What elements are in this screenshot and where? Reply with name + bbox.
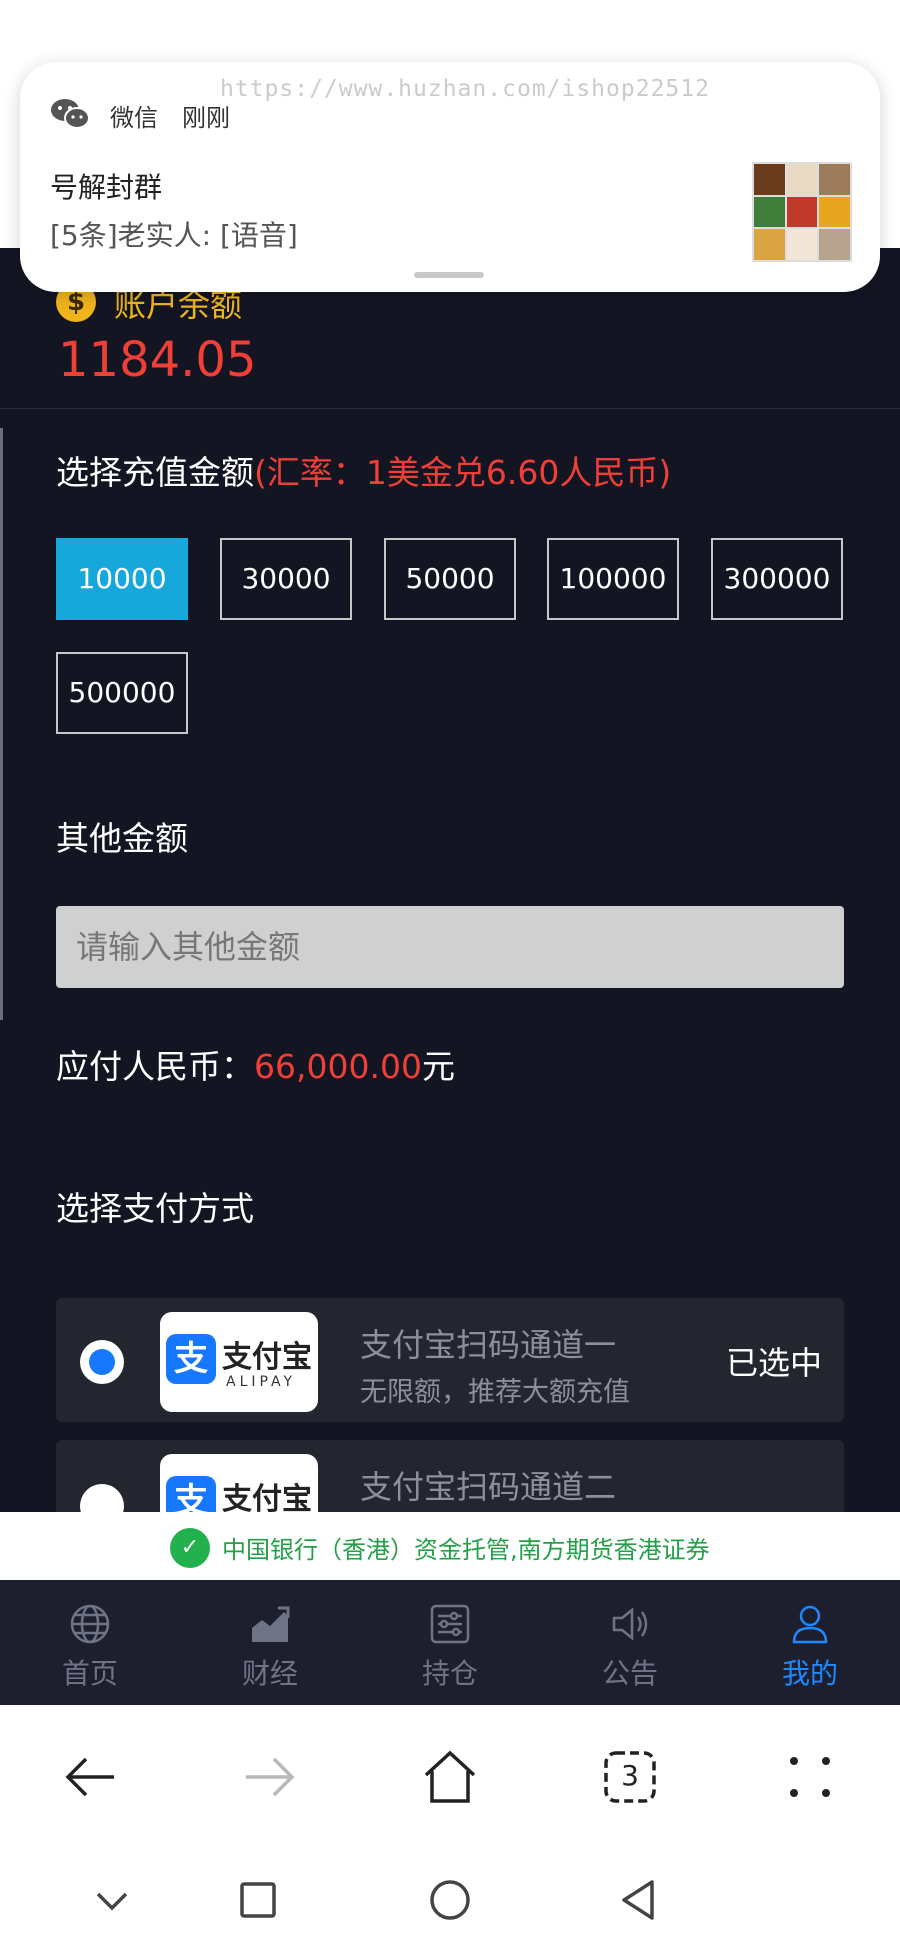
other-amount-label: 其他金额	[56, 819, 188, 858]
payment-channel-1[interactable]: 支 支付宝 ALIPAY 支付宝扫码通道一 无限额，推荐大额充值 已选中	[56, 1298, 844, 1422]
tab-mine[interactable]: 我的	[720, 1580, 900, 1705]
tab-count: 3	[621, 1759, 639, 1792]
notification-time: 刚刚	[182, 104, 230, 132]
trust-banner: ✓ 中国银行（香港）资金托管,南方期货香港证券	[0, 1512, 900, 1580]
amount-option-50000[interactable]: 50000	[384, 538, 516, 620]
amount-option-10000[interactable]: 10000	[56, 538, 188, 620]
scroll-indicator	[0, 428, 3, 1020]
exchange-rate: (汇率：1美金兑6.60人民币)	[254, 453, 672, 492]
channel-subtitle: 无限额，推荐大额充值	[360, 1377, 630, 1408]
collapse-chevron-icon[interactable]	[88, 1876, 136, 1924]
forward-arrow-icon[interactable]	[240, 1747, 300, 1807]
channel-title: 支付宝扫码通道一	[360, 1326, 617, 1364]
trust-banner-text: 中国银行（香港）资金托管,南方期货香港证券	[222, 1536, 710, 1564]
divider	[0, 408, 900, 409]
tab-finance[interactable]: 财经	[180, 1580, 360, 1705]
tab-holdings-label: 持仓	[421, 1657, 478, 1690]
finance-chart-icon	[252, 1606, 290, 1642]
alipay-logo-en: ALIPAY	[226, 1374, 297, 1390]
payable-unit: 元	[421, 1047, 455, 1086]
watermark-text: https://www.huzhan.com/ishop22512	[220, 76, 710, 102]
back-arrow-icon[interactable]	[60, 1747, 120, 1807]
payment-channel-2[interactable]: 支 支付宝 支付宝扫码通道二	[56, 1440, 844, 1512]
alipay-logo: 支 支付宝 ALIPAY	[160, 1312, 318, 1412]
user-icon	[792, 1605, 828, 1644]
speaker-icon	[612, 1607, 648, 1641]
channel-selected-state: 已选中	[725, 1344, 822, 1382]
payable-label: 应付人民币：	[56, 1047, 254, 1086]
radio-selected[interactable]	[80, 1340, 124, 1384]
globe-icon	[70, 1604, 110, 1644]
alipay-logo: 支 支付宝	[160, 1454, 318, 1512]
tab-mine-label: 我的	[781, 1657, 838, 1690]
alipay-logo-cn: 支付宝	[222, 1482, 312, 1512]
recharge-amount-heading: 选择充值金额(汇率：1美金兑6.60人民币)	[56, 446, 671, 494]
other-amount-input[interactable]	[56, 906, 844, 988]
browser-toolbar: 3	[0, 1705, 900, 1850]
amount-option-100000[interactable]: 100000	[547, 538, 679, 620]
amount-option-30000[interactable]: 30000	[220, 538, 352, 620]
bottom-tab-bar: 首页 财经 持仓 公告 我的	[0, 1580, 900, 1705]
tab-home-label: 首页	[61, 1657, 118, 1690]
home-icon[interactable]	[420, 1747, 480, 1807]
group-avatar	[752, 162, 852, 262]
tab-notice-label: 公告	[601, 1657, 658, 1690]
payable-amount: 应付人民币：66,000.00元	[56, 1040, 455, 1088]
alipay-mark-icon: 支	[166, 1334, 216, 1384]
tabs-switcher-button[interactable]: 3	[600, 1747, 660, 1807]
wechat-icon	[51, 99, 90, 129]
notification-body: [5条]老实人: [语音]	[50, 219, 298, 252]
tab-home[interactable]: 首页	[0, 1580, 180, 1705]
amount-option-500000[interactable]: 500000	[56, 652, 188, 734]
holdings-icon	[430, 1604, 470, 1644]
alipay-mark-icon: 支	[166, 1476, 216, 1512]
notification-app-name: 微信	[110, 104, 158, 132]
notification-title: 号解封群	[50, 171, 163, 204]
notification-drag-handle[interactable]	[414, 272, 484, 278]
home-circle-icon[interactable]	[426, 1876, 474, 1924]
tab-notice[interactable]: 公告	[540, 1580, 720, 1705]
recharge-label: 选择充值金额	[56, 453, 254, 492]
alipay-logo-cn: 支付宝	[222, 1340, 312, 1375]
radio-unselected[interactable]	[80, 1484, 124, 1512]
payable-value: 66,000.00	[254, 1047, 422, 1086]
more-menu-icon[interactable]	[780, 1747, 840, 1807]
back-triangle-icon[interactable]	[616, 1876, 664, 1924]
balance-value: 1184.05	[58, 332, 257, 388]
amount-option-300000[interactable]: 300000	[711, 538, 843, 620]
tab-holdings[interactable]: 持仓	[360, 1580, 540, 1705]
tab-finance-label: 财经	[241, 1657, 298, 1690]
payment-method-heading: 选择支付方式	[56, 1189, 254, 1228]
recents-square-icon[interactable]	[234, 1876, 282, 1924]
shield-check-icon: ✓	[170, 1528, 210, 1568]
channel-title: 支付宝扫码通道二	[360, 1468, 617, 1506]
system-navigation-bar	[0, 1850, 900, 1950]
